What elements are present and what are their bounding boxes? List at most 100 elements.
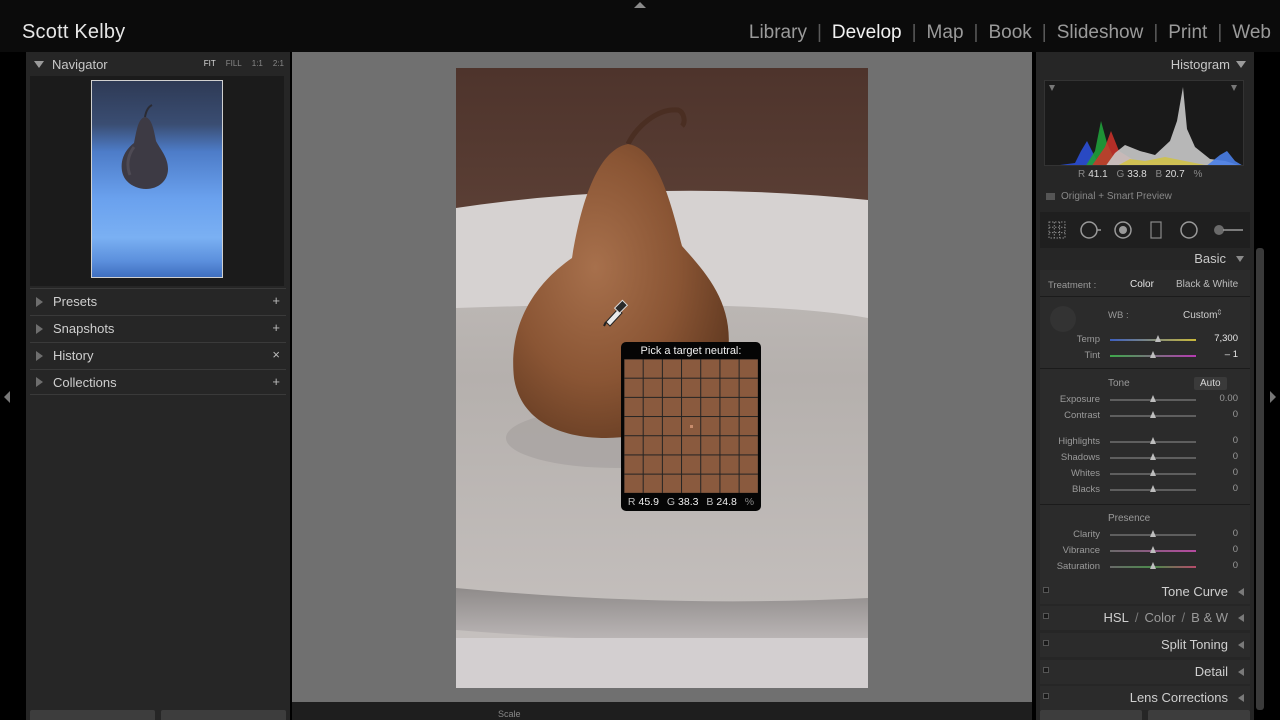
tab-color[interactable]: Color — [1144, 610, 1175, 625]
panel-toggle-switch[interactable] — [1043, 613, 1049, 619]
top-panel-toggle-icon[interactable] — [634, 2, 646, 8]
presets-panel-header[interactable]: Presets + — [30, 288, 286, 314]
detail-panel-header[interactable]: Detail — [1040, 660, 1250, 684]
panel-toggle-switch[interactable] — [1043, 587, 1049, 593]
zoom-1-1[interactable]: 1:1 — [252, 59, 263, 68]
zoom-2-1[interactable]: 2:1 — [273, 59, 284, 68]
adjustment-brush-tool[interactable] — [1211, 219, 1245, 241]
add-snapshot-icon[interactable]: + — [272, 320, 280, 335]
shadows-value[interactable]: 0 — [1233, 451, 1238, 462]
basic-panel: Treatment : Color Black & White WB : Cus… — [1040, 270, 1250, 504]
graduated-filter-tool[interactable] — [1145, 219, 1167, 241]
b-label: B — [1155, 169, 1163, 180]
navigator-thumbnail[interactable] — [91, 80, 223, 278]
histogram-header[interactable]: Histogram — [1036, 52, 1254, 76]
left-panel-toggle-icon[interactable] — [4, 391, 10, 403]
lens-corrections-panel-header[interactable]: Lens Corrections — [1040, 686, 1250, 710]
vibrance-label: Vibrance — [1062, 545, 1100, 556]
image-canvas[interactable]: Pick a target neutral: R 45.9 G 38.3 B 24.8… — [292, 52, 1032, 702]
blacks-value[interactable]: 0 — [1233, 483, 1238, 494]
wb-dropdown[interactable]: Custom — [1183, 310, 1217, 321]
tint-value[interactable]: – 1 — [1225, 349, 1238, 360]
temp-value[interactable]: 7,300 — [1214, 333, 1238, 344]
loupe-rgb-readout: R 45.9 G 38.3 B 24.8 % — [621, 496, 761, 508]
saturation-value[interactable]: 0 — [1233, 560, 1238, 571]
module-library[interactable]: Library — [748, 22, 808, 44]
shadows-slider-knob[interactable] — [1150, 453, 1156, 460]
divider — [1040, 296, 1250, 297]
clear-history-icon[interactable]: × — [272, 347, 280, 362]
saturation-slider-knob[interactable] — [1150, 562, 1156, 569]
module-slideshow[interactable]: Slideshow — [1056, 22, 1145, 44]
navigator-header[interactable]: Navigator FIT FILL 1:1 2:1 — [26, 52, 290, 76]
exposure-slider-knob[interactable] — [1150, 395, 1156, 402]
module-map[interactable]: Map — [926, 22, 965, 44]
split-toning-panel-header[interactable]: Split Toning — [1040, 633, 1250, 657]
paste-button[interactable] — [161, 710, 286, 720]
adjustment-brush-icon — [1213, 225, 1243, 235]
whites-slider-knob[interactable] — [1150, 469, 1156, 476]
module-develop[interactable]: Develop — [831, 22, 903, 44]
exposure-value[interactable]: 0.00 — [1220, 393, 1239, 404]
vibrance-slider-knob[interactable] — [1150, 546, 1156, 553]
tint-slider-knob[interactable] — [1149, 351, 1156, 358]
tab-separator: / — [1181, 610, 1186, 625]
loupe-b-value: 24.8 — [716, 496, 737, 508]
highlights-slider-knob[interactable] — [1150, 437, 1156, 444]
add-preset-icon[interactable]: + — [272, 293, 280, 308]
g-label: G — [1116, 169, 1125, 180]
snapshots-panel-header[interactable]: Snapshots + — [30, 315, 286, 341]
contrast-value[interactable]: 0 — [1233, 409, 1238, 420]
crop-overlay-tool[interactable] — [1046, 219, 1068, 241]
collections-label: Collections — [53, 374, 117, 390]
loupe-g-value: 38.3 — [678, 496, 699, 508]
red-eye-tool[interactable] — [1112, 219, 1134, 241]
temp-slider-knob[interactable] — [1154, 335, 1161, 342]
contrast-slider-knob[interactable] — [1150, 411, 1156, 418]
divider — [1040, 368, 1250, 369]
histogram-display[interactable] — [1044, 80, 1244, 166]
crop-grid-icon — [1048, 221, 1065, 239]
reset-button[interactable] — [1148, 710, 1250, 720]
panel-toggle-switch[interactable] — [1043, 693, 1049, 699]
collections-panel-header[interactable]: Collections + — [30, 369, 286, 395]
wb-selector-icon[interactable] — [1050, 306, 1076, 332]
collapse-triangle-icon — [34, 60, 44, 68]
history-panel-header[interactable]: History × — [30, 342, 286, 368]
spot-removal-tool[interactable] — [1079, 219, 1101, 241]
right-panel-scrollbar[interactable] — [1256, 248, 1264, 710]
temp-slider-track[interactable] — [1110, 339, 1196, 341]
loupe-title: Pick a target neutral: — [640, 345, 742, 357]
zoom-fit[interactable]: FIT — [204, 59, 216, 68]
spot-removal-icon — [1079, 221, 1101, 239]
clarity-slider-knob[interactable] — [1150, 530, 1156, 537]
tone-curve-panel-header[interactable]: Tone Curve — [1040, 580, 1250, 604]
previous-button[interactable] — [1040, 710, 1142, 720]
tab-bw[interactable]: B & W — [1191, 610, 1228, 625]
module-web[interactable]: Web — [1231, 22, 1272, 44]
auto-tone-button[interactable]: Auto — [1194, 377, 1227, 390]
basic-panel-header[interactable]: Basic — [1036, 250, 1254, 268]
panel-toggle-switch[interactable] — [1043, 640, 1049, 646]
hsl-panel-header[interactable]: HSL / Color / B & W — [1040, 606, 1250, 630]
preview-status-text: Original + Smart Preview — [1061, 191, 1172, 202]
module-book[interactable]: Book — [987, 22, 1032, 44]
tab-hsl[interactable]: HSL — [1104, 610, 1129, 625]
treatment-color-option[interactable]: Color — [1130, 279, 1154, 290]
right-panel-toggle-icon[interactable] — [1270, 391, 1276, 403]
vibrance-value[interactable]: 0 — [1233, 544, 1238, 555]
zoom-fill[interactable]: FILL — [226, 59, 242, 68]
blacks-label: Blacks — [1072, 484, 1100, 495]
radial-filter-tool[interactable] — [1178, 219, 1200, 241]
treatment-bw-option[interactable]: Black & White — [1176, 279, 1238, 290]
whites-label: Whites — [1070, 468, 1100, 479]
clarity-value[interactable]: 0 — [1233, 528, 1238, 539]
blacks-slider-knob[interactable] — [1150, 485, 1156, 492]
panel-toggle-switch[interactable] — [1043, 667, 1049, 673]
copy-button[interactable] — [30, 710, 155, 720]
whites-value[interactable]: 0 — [1233, 467, 1238, 478]
module-print[interactable]: Print — [1167, 22, 1208, 44]
highlights-value[interactable]: 0 — [1233, 435, 1238, 446]
expand-triangle-icon — [36, 377, 43, 387]
add-collection-icon[interactable]: + — [272, 374, 280, 389]
